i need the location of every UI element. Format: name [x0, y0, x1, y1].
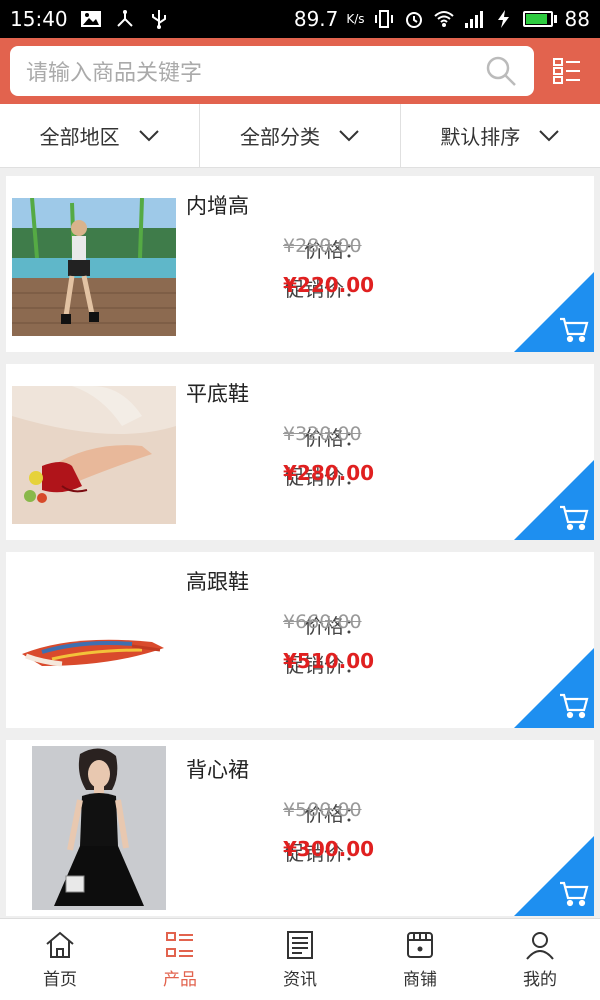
- battery-level: 88: [565, 7, 590, 31]
- tab-home[interactable]: 首页: [0, 919, 120, 1000]
- filter-sort-label: 默认排序: [440, 121, 520, 150]
- chevron-down-icon: [138, 129, 160, 143]
- product-image: [12, 198, 176, 336]
- chevron-down-icon: [338, 129, 360, 143]
- product-name: 平底鞋: [186, 378, 249, 408]
- product-name: 高跟鞋: [186, 566, 249, 596]
- tab-profile[interactable]: 我的: [480, 919, 600, 1000]
- add-to-cart-button[interactable]: [514, 460, 594, 540]
- product-image: [12, 386, 176, 524]
- sale-price: ¥300.00: [283, 837, 374, 861]
- filter-sort[interactable]: 默认排序: [401, 104, 600, 167]
- original-price: ¥660.00: [283, 611, 362, 633]
- network-speed-unit: K/s: [346, 12, 364, 26]
- filter-region[interactable]: 全部地区: [0, 104, 200, 167]
- vibrate-icon: [373, 9, 395, 29]
- sale-price: ¥220.00: [283, 273, 374, 297]
- tab-news-label: 资讯: [283, 965, 317, 990]
- charging-icon: [493, 9, 515, 29]
- list-icon: [164, 929, 196, 961]
- product-name: 背心裙: [186, 754, 249, 784]
- tab-home-label: 首页: [43, 965, 77, 990]
- network-speed: 89.7: [294, 7, 339, 31]
- product-image: [12, 574, 176, 712]
- header: 请输入商品关键字: [0, 38, 600, 104]
- filter-bar: 全部地区 全部分类 默认排序: [0, 104, 600, 168]
- share-icon: [114, 9, 136, 29]
- product-name: 内增高: [186, 190, 249, 220]
- store-icon: [404, 929, 436, 961]
- tab-store-label: 商铺: [403, 965, 437, 990]
- sale-price: ¥280.00: [283, 461, 374, 485]
- alarm-icon: [403, 9, 425, 29]
- original-price: ¥500.00: [283, 799, 362, 821]
- tab-news[interactable]: 资讯: [240, 919, 360, 1000]
- news-icon: [284, 929, 316, 961]
- tab-store[interactable]: 商铺: [360, 919, 480, 1000]
- search-placeholder: 请输入商品关键字: [26, 55, 484, 87]
- search-icon[interactable]: [484, 54, 518, 88]
- chevron-down-icon: [538, 129, 560, 143]
- original-price: ¥320.00: [283, 423, 362, 445]
- category-menu-icon[interactable]: [552, 56, 582, 86]
- filter-category-label: 全部分类: [240, 121, 320, 150]
- product-card[interactable]: 平底鞋 价格： ¥320.00 促销价： ¥280.00: [6, 364, 594, 540]
- usb-icon: [148, 9, 170, 29]
- status-time: 15:40: [10, 7, 68, 31]
- home-icon: [44, 929, 76, 961]
- sale-price: ¥510.00: [283, 649, 374, 673]
- add-to-cart-button[interactable]: [514, 272, 594, 352]
- filter-category[interactable]: 全部分类: [200, 104, 400, 167]
- bottom-tab-bar: 首页 产品 资讯 商铺 我的: [0, 918, 600, 1000]
- battery-icon: [523, 11, 557, 27]
- product-card[interactable]: 高跟鞋 价格： ¥660.00 促销价： ¥510.00: [6, 552, 594, 728]
- tab-profile-label: 我的: [523, 965, 557, 990]
- filter-region-label: 全部地区: [40, 121, 120, 150]
- signal-icon: [463, 9, 485, 29]
- product-card[interactable]: 内增高 价格： ¥280.00 促销价： ¥220.00: [6, 176, 594, 352]
- product-card[interactable]: 背心裙 价格： ¥500.00 促销价： ¥300.00: [6, 740, 594, 916]
- add-to-cart-button[interactable]: [514, 836, 594, 916]
- wifi-icon: [433, 9, 455, 29]
- product-image: [12, 746, 176, 910]
- user-icon: [524, 929, 556, 961]
- original-price: ¥280.00: [283, 235, 362, 257]
- status-bar: 15:40 89.7 K/s 88: [0, 0, 600, 38]
- add-to-cart-button[interactable]: [514, 648, 594, 728]
- tab-products-label: 产品: [163, 965, 197, 990]
- tab-products[interactable]: 产品: [120, 919, 240, 1000]
- search-input[interactable]: 请输入商品关键字: [10, 46, 534, 96]
- image-icon: [80, 9, 102, 29]
